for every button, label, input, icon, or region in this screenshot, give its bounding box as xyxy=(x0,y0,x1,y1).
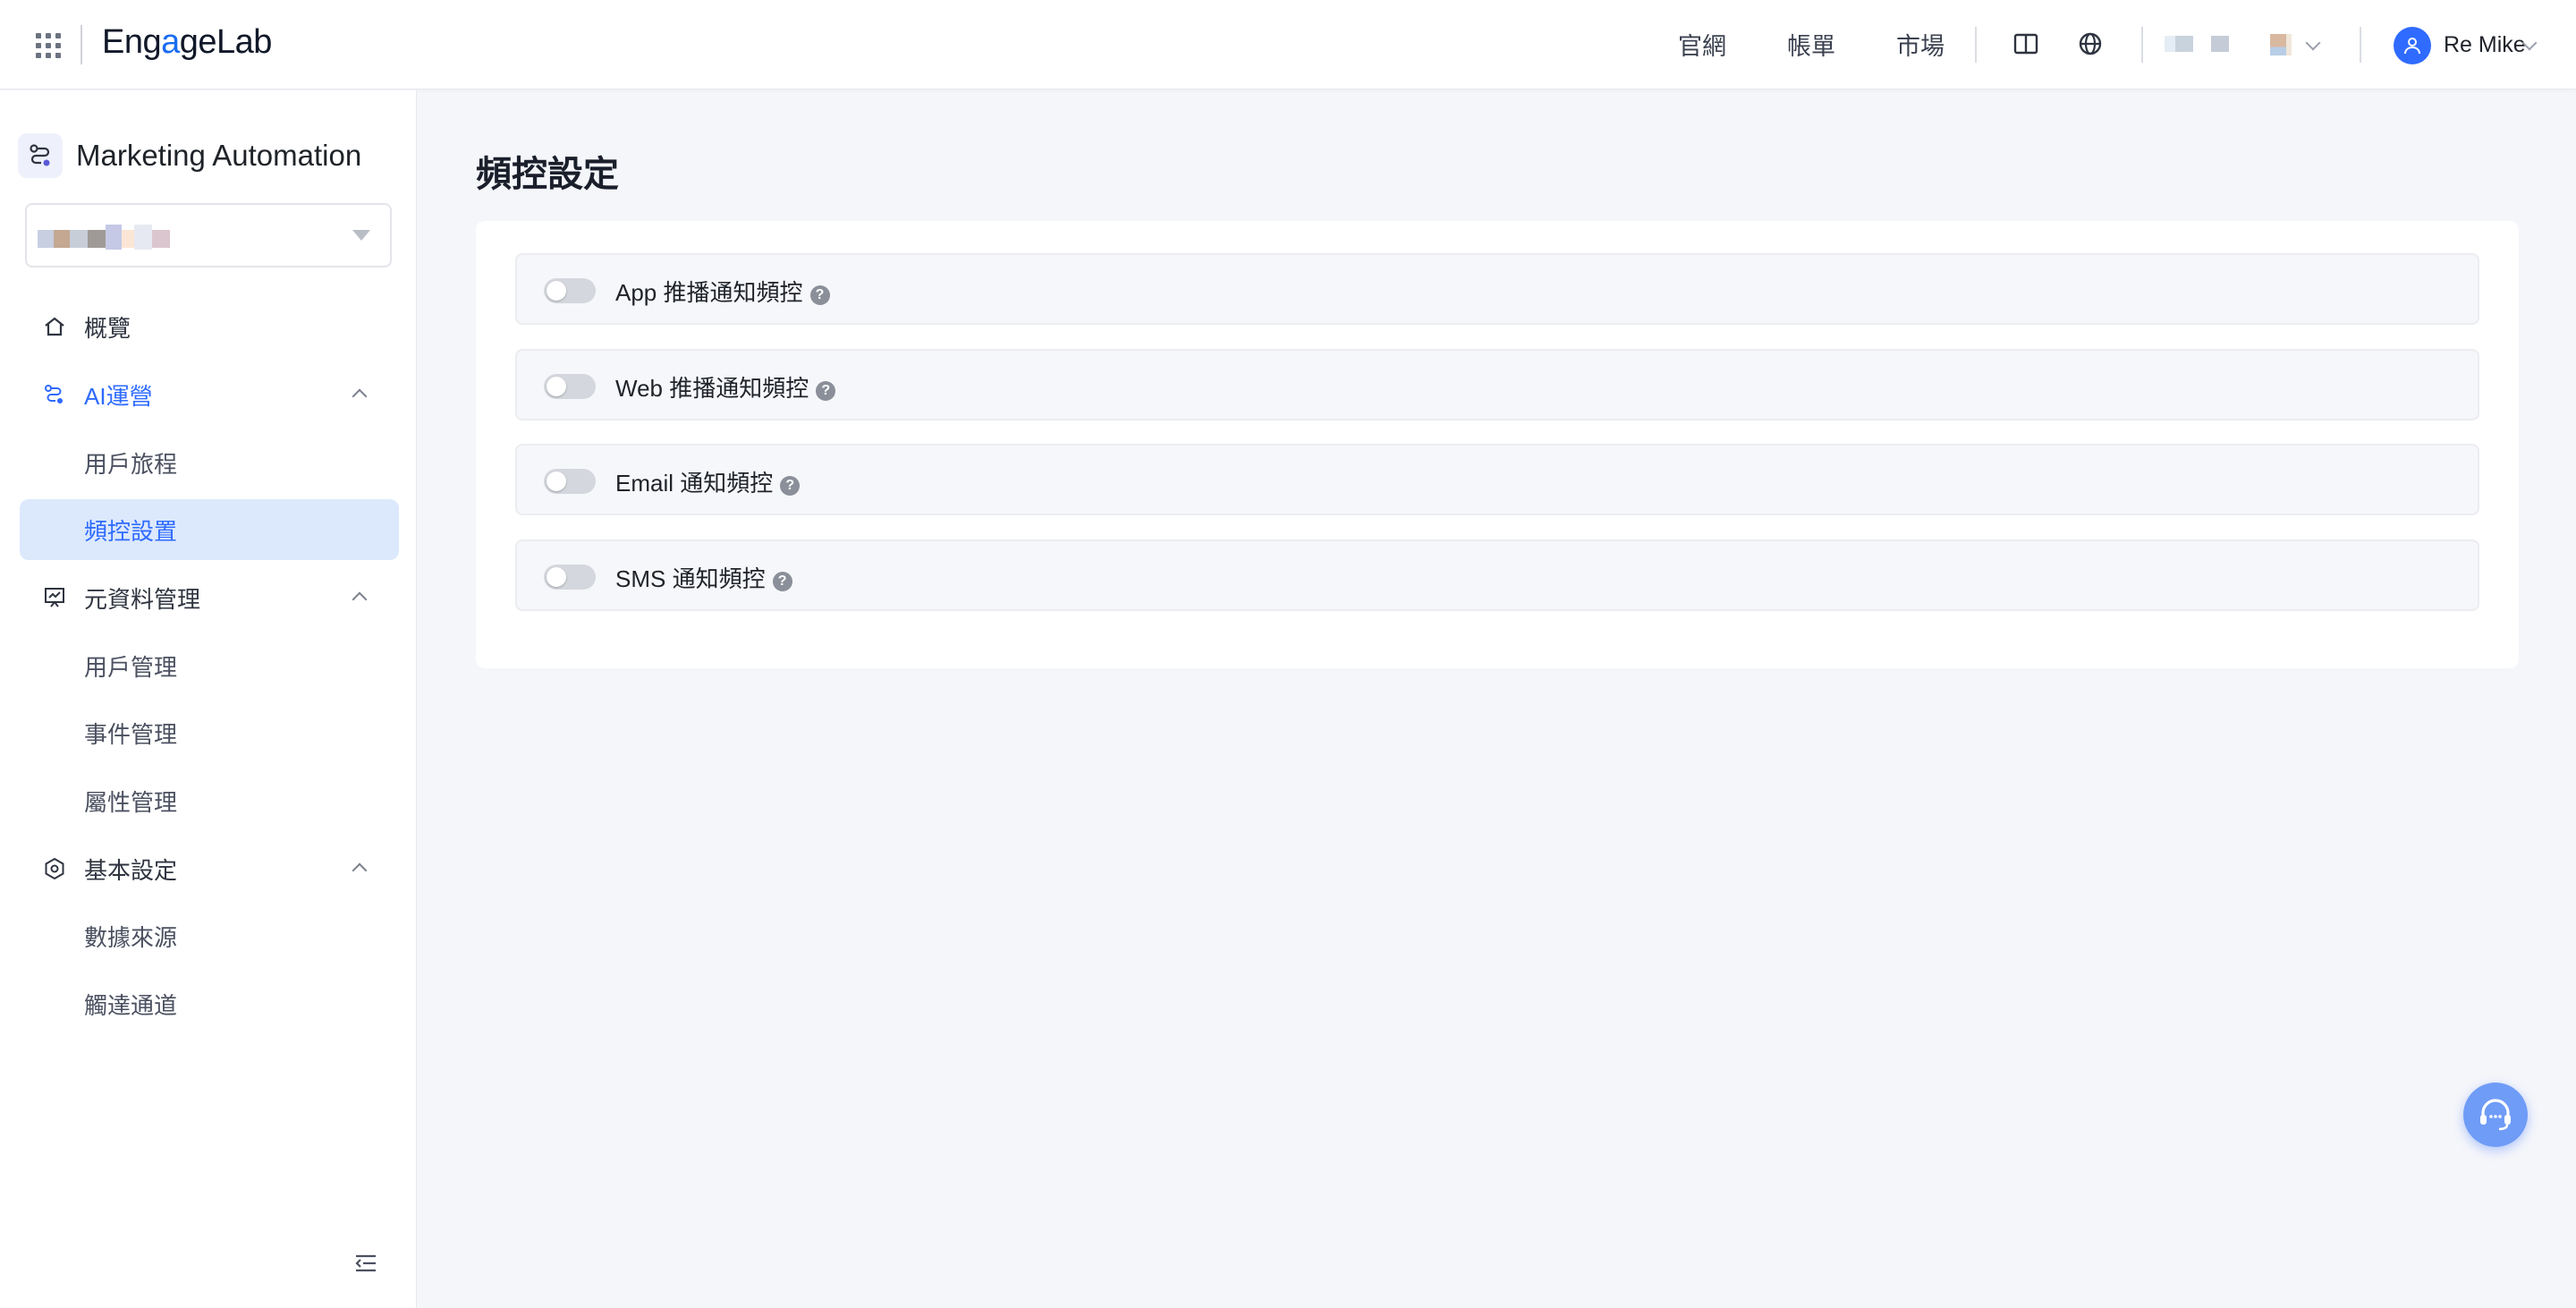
divider xyxy=(2141,27,2143,63)
email-toggle[interactable] xyxy=(544,469,596,494)
chevron-down-icon[interactable] xyxy=(2305,35,2321,51)
sidebar-item-label: AI運營 xyxy=(84,382,153,410)
page-title: 頻控設定 xyxy=(476,155,619,194)
sidebar-item-label: 概覽 xyxy=(84,314,131,342)
chevron-up-icon xyxy=(352,862,368,879)
divider xyxy=(1975,27,1977,63)
web-push-toggle[interactable] xyxy=(544,374,596,399)
org-avatar-icon[interactable] xyxy=(2165,36,2229,52)
account-avatar-icon[interactable] xyxy=(2270,34,2292,55)
help-icon[interactable]: ? xyxy=(809,285,830,305)
sidebar: Marketing Automation 概覽 AI運營 用戶旅程 頻控設置 元… xyxy=(0,90,417,1308)
sms-toggle[interactable] xyxy=(544,565,596,590)
sidebar-item-overview[interactable]: 概覽 xyxy=(20,296,399,357)
help-icon[interactable]: ? xyxy=(772,572,792,591)
frequency-settings-card: App 推播通知頻控? Web 推播通知頻控? Email 通知頻控? SMS … xyxy=(476,221,2519,668)
dropdown-arrow-icon xyxy=(352,230,370,241)
setting-row-email: Email 通知頻控? xyxy=(515,444,2479,515)
setting-label: SMS 通知頻控 xyxy=(615,565,766,592)
sidebar-item-label: 元資料管理 xyxy=(84,585,201,613)
nav-market[interactable]: 市場 xyxy=(1896,27,1945,62)
help-icon[interactable]: ? xyxy=(816,381,836,401)
user-name[interactable]: Re Mike xyxy=(2444,32,2526,58)
sidebar-item-user-management[interactable]: 用戶管理 xyxy=(20,635,399,696)
sidebar-item-label: 用戶管理 xyxy=(84,653,178,681)
sidebar-item-metadata[interactable]: 元資料管理 xyxy=(20,567,399,628)
sidebar-item-event-management[interactable]: 事件管理 xyxy=(20,702,399,763)
project-selector[interactable] xyxy=(25,203,392,268)
product-title: Marketing Automation xyxy=(76,139,362,172)
help-icon[interactable]: ? xyxy=(780,476,801,496)
app-push-toggle[interactable] xyxy=(544,278,596,303)
user-avatar[interactable] xyxy=(2394,27,2431,64)
sidebar-item-basic-settings[interactable]: 基本設定 xyxy=(20,838,399,899)
sidebar-item-ai-operations[interactable]: AI運營 xyxy=(20,364,399,425)
sidebar-item-data-sources[interactable]: 數據來源 xyxy=(20,905,399,966)
divider xyxy=(2360,27,2361,63)
settings-hexagon-icon xyxy=(45,857,64,880)
setting-row-app-push: App 推播通知頻控? xyxy=(515,253,2479,325)
setting-label: Email 通知頻控 xyxy=(615,470,774,497)
home-icon xyxy=(45,317,64,336)
chevron-up-icon xyxy=(352,388,368,404)
project-avatar-icon xyxy=(38,225,170,250)
sidebar-item-label: 屬性管理 xyxy=(84,788,178,816)
sidebar-item-label: 基本設定 xyxy=(84,856,178,884)
sidebar-item-label: 數據來源 xyxy=(84,923,178,951)
globe-icon[interactable] xyxy=(2077,30,2104,57)
chevron-up-icon xyxy=(352,591,368,607)
collapse-sidebar-icon[interactable] xyxy=(354,1253,377,1273)
setting-label: Web 推播通知頻控 xyxy=(615,375,809,402)
engagelab-logo[interactable]: EngageLab xyxy=(102,23,272,62)
sidebar-item-label: 用戶旅程 xyxy=(84,450,178,478)
sidebar-item-label: 頻控設置 xyxy=(84,517,178,545)
app-grid-icon[interactable] xyxy=(32,30,61,58)
sidebar-item-label: 觸達通道 xyxy=(84,991,178,1019)
book-icon[interactable] xyxy=(2012,30,2039,57)
headset-icon xyxy=(2480,1099,2511,1131)
sidebar-item-attribute-management[interactable]: 屬性管理 xyxy=(20,770,399,831)
workflow-icon xyxy=(45,385,63,403)
user-icon xyxy=(2404,38,2420,55)
sidebar-item-user-journey[interactable]: 用戶旅程 xyxy=(20,432,399,493)
divider xyxy=(80,25,82,64)
setting-row-web-push: Web 推播通知頻控? xyxy=(515,349,2479,420)
top-bar: EngageLab 官網 帳單 市場 Re Mike xyxy=(0,0,2576,89)
sidebar-item-frequency-settings[interactable]: 頻控設置 xyxy=(20,499,399,560)
setting-row-sms: SMS 通知頻控? xyxy=(515,539,2479,611)
nav-billing[interactable]: 帳單 xyxy=(1787,27,1835,62)
sidebar-item-label: 事件管理 xyxy=(84,720,178,748)
customer-support-button[interactable] xyxy=(2463,1083,2528,1147)
setting-label: App 推播通知頻控 xyxy=(615,279,803,306)
sidebar-item-channels[interactable]: 觸達通道 xyxy=(20,973,399,1034)
presentation-chart-icon xyxy=(45,588,64,607)
nav-official-site[interactable]: 官網 xyxy=(1678,27,1726,62)
automation-icon xyxy=(18,133,63,178)
